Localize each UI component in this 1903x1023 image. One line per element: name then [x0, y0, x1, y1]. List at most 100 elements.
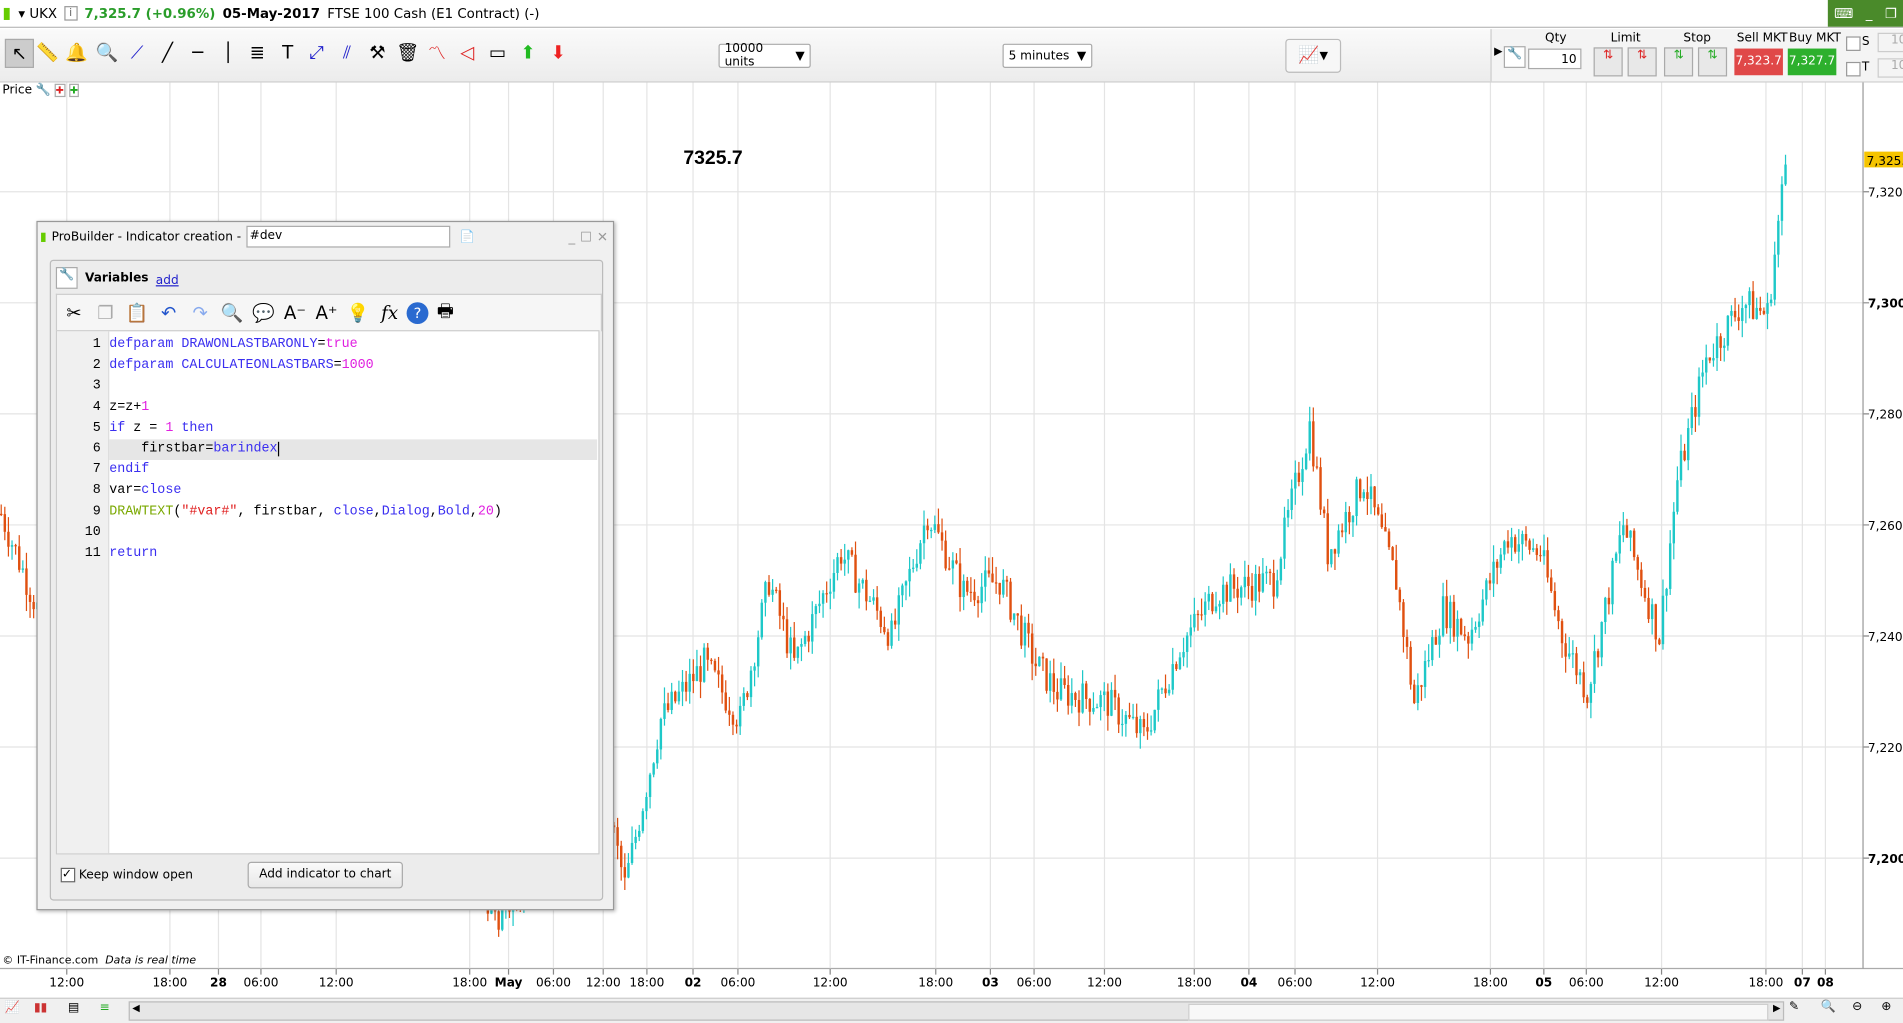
zoom-in-icon[interactable]: ⊕: [1881, 1000, 1891, 1013]
help-doc-icon[interactable]: 📄: [460, 230, 475, 243]
font-increase-icon[interactable]: A⁺: [312, 299, 341, 328]
wrench-icon[interactable]: 🔧: [1503, 46, 1526, 68]
candle-body: [1503, 541, 1506, 555]
t-input[interactable]: 10: [1877, 58, 1903, 78]
probuilder-dialog: ▮ ProBuilder - Indicator creation - #dev…: [36, 220, 615, 911]
zoom-out-icon[interactable]: ⊖: [1852, 1000, 1862, 1013]
vertical-line-icon[interactable]: │: [215, 39, 242, 66]
undo-icon[interactable]: ↶: [154, 299, 183, 328]
add-panel-icon[interactable]: ✚: [68, 83, 80, 98]
copy-icon[interactable]: ❐: [91, 299, 120, 328]
stop-buy-button[interactable]: ⇅: [1663, 47, 1694, 77]
y-tick-label: 7,200: [1868, 852, 1903, 866]
sell-market-button[interactable]: 7,323.7: [1734, 48, 1783, 76]
indicator-name-input[interactable]: #dev: [246, 225, 450, 248]
x-tick-label: 12:00: [1644, 976, 1679, 990]
indicators-icon: 📈: [1298, 46, 1320, 66]
chart-type-icon[interactable]: 📈: [5, 1001, 20, 1014]
timeframe-select[interactable]: 5 minutes ▼: [1002, 43, 1093, 68]
limit-sell-button[interactable]: ⇅: [1627, 47, 1657, 77]
font-decrease-icon[interactable]: A⁻: [280, 299, 309, 328]
triangle-icon[interactable]: ◁: [454, 39, 481, 66]
lightbulb-icon[interactable]: 💡: [343, 299, 372, 328]
keep-open-checkbox[interactable]: ✓: [60, 867, 76, 883]
order-book-icon[interactable]: ≡: [100, 1001, 110, 1014]
alert-bell-icon[interactable]: 🔔: [63, 39, 90, 66]
wrench-icon[interactable]: 🔧: [55, 267, 78, 289]
candle-body: [746, 693, 749, 698]
minimize-icon[interactable]: _: [1866, 5, 1873, 21]
info-icon[interactable]: i: [64, 6, 78, 21]
qty-input[interactable]: 10: [1528, 48, 1582, 70]
scroll-left-icon[interactable]: ◀: [132, 1003, 139, 1014]
s-checkbox[interactable]: [1846, 36, 1861, 51]
horizontal-scrollbar[interactable]: ◀ ▶: [128, 1001, 1785, 1021]
search-icon[interactable]: 🔍: [217, 299, 246, 328]
segment-icon[interactable]: ⟋: [124, 39, 151, 66]
maximize-icon[interactable]: ☐: [580, 229, 592, 245]
indicators-button[interactable]: 📈 ▾: [1285, 38, 1342, 73]
dialog-title-bar[interactable]: ▮ ProBuilder - Indicator creation - #dev…: [38, 222, 613, 251]
add-indicator-button[interactable]: Add indicator to chart: [247, 861, 403, 889]
minimize-icon[interactable]: _: [569, 229, 576, 245]
stop-sell-button[interactable]: ⇅: [1697, 47, 1728, 77]
draw-icon[interactable]: ✎: [1789, 1000, 1799, 1013]
candle-body: [1041, 656, 1045, 659]
help-icon[interactable]: ?: [406, 302, 429, 325]
symbol-dropdown[interactable]: ▾ UKX: [18, 5, 57, 21]
function-icon[interactable]: fx: [375, 299, 404, 328]
redo-icon[interactable]: ↷: [186, 299, 215, 328]
add-variable-link[interactable]: add: [156, 274, 179, 287]
horizontal-line-icon[interactable]: ─: [184, 39, 211, 66]
restore-icon[interactable]: ❐: [1885, 5, 1897, 21]
candle-body: [1780, 184, 1784, 221]
keyboard-icon[interactable]: ⌨: [1834, 5, 1853, 21]
arrow-up-icon[interactable]: ⬆: [515, 39, 542, 66]
candle-body: [1330, 549, 1333, 565]
candle-body: [1564, 643, 1567, 657]
wrench-icon[interactable]: 🔧: [36, 84, 51, 97]
paste-icon[interactable]: 📋: [123, 299, 152, 328]
close-icon[interactable]: ✕: [597, 229, 608, 245]
zoom-area-icon[interactable]: 🔍: [1821, 1000, 1836, 1013]
channel-icon[interactable]: 〽: [424, 39, 451, 66]
line-icon[interactable]: ╱: [154, 39, 181, 66]
code-token: , firstbar,: [237, 504, 334, 519]
buy-market-button[interactable]: 7,327.7: [1787, 48, 1837, 76]
tools-icon[interactable]: ⚒: [364, 39, 391, 66]
print-icon[interactable]: 🖶: [431, 299, 460, 328]
fibonacci-icon[interactable]: ≣: [244, 39, 271, 66]
remove-panel-icon[interactable]: ✚: [54, 83, 66, 98]
scrollbar-thumb[interactable]: [1188, 1003, 1769, 1021]
arrow-down-icon[interactable]: ⬇: [545, 39, 572, 66]
zoom-icon[interactable]: 🔍: [93, 39, 120, 66]
units-select[interactable]: 10000 units ▼: [718, 42, 811, 69]
candle-body: [1185, 635, 1189, 652]
scroll-right-icon[interactable]: ▶: [1773, 1003, 1780, 1014]
template-icon[interactable]: ▤: [68, 1001, 79, 1014]
expand-icon[interactable]: ▶: [1494, 46, 1502, 58]
code-editor[interactable]: 1 defparam DRAWONLASTBARONLY=true 2 defpara…: [55, 330, 600, 855]
candlestick-type-icon[interactable]: ▮▮: [34, 1001, 47, 1014]
text-icon[interactable]: T: [274, 39, 301, 66]
s-input[interactable]: 10: [1877, 32, 1903, 53]
t-checkbox[interactable]: [1846, 61, 1861, 77]
comment-icon[interactable]: 💬: [249, 299, 278, 328]
ruler-icon[interactable]: 📏: [34, 39, 61, 66]
trash-icon[interactable]: 🗑: [394, 39, 421, 66]
candle-body: [1232, 574, 1236, 589]
candle-body: [1149, 730, 1153, 732]
candle-body: [1121, 723, 1124, 726]
candle-body: [818, 603, 821, 607]
cut-icon[interactable]: ✂: [59, 299, 88, 328]
x-tick-label: 05: [1535, 976, 1552, 990]
point-icon[interactable]: ⤢: [303, 39, 330, 66]
keep-open-row[interactable]: ✓ Keep window open: [60, 867, 193, 883]
candle-body: [0, 513, 3, 516]
parallel-lines-icon[interactable]: ⫽: [334, 39, 361, 66]
date-label: 05-May-2017: [222, 5, 321, 22]
pointer-icon[interactable]: ↖: [4, 38, 34, 68]
rectangle-icon[interactable]: ▭: [484, 39, 511, 66]
limit-buy-button[interactable]: ⇅: [1593, 47, 1623, 77]
candle-body: [1358, 479, 1362, 499]
